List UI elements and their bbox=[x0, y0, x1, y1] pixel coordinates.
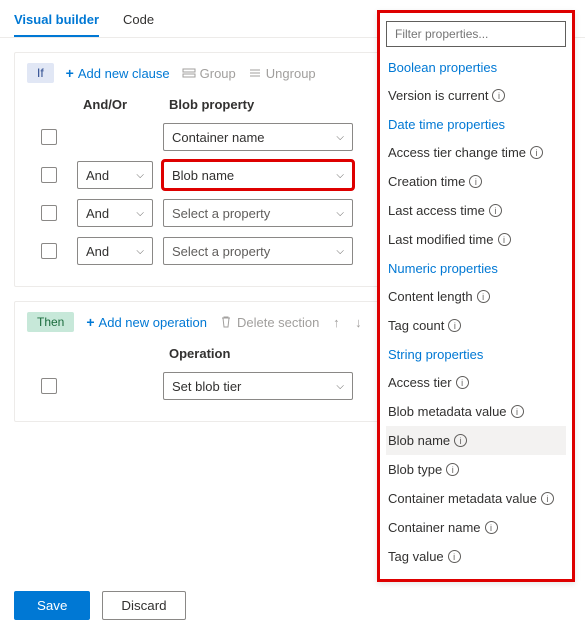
dropdown-item-label: Access tier bbox=[388, 375, 452, 390]
add-clause-label: Add new clause bbox=[78, 66, 170, 81]
chevron-down-icon: ⌵ bbox=[336, 381, 344, 392]
info-icon[interactable]: i bbox=[448, 319, 461, 332]
discard-button[interactable]: Discard bbox=[102, 591, 185, 620]
row-checkbox[interactable] bbox=[41, 205, 57, 221]
ungroup-icon bbox=[248, 66, 262, 80]
dropdown-item-label: Tag value bbox=[388, 549, 444, 564]
operation-select[interactable]: Set blob tier⌵ bbox=[163, 372, 353, 400]
info-icon[interactable]: i bbox=[469, 175, 482, 188]
dropdown-item-label: Version is current bbox=[388, 88, 488, 103]
info-icon[interactable]: i bbox=[477, 290, 490, 303]
info-icon[interactable]: i bbox=[492, 89, 505, 102]
dropdown-item[interactable]: Access tier change time i bbox=[386, 138, 566, 167]
chevron-down-icon: ⌵ bbox=[136, 246, 144, 257]
dropdown-item[interactable]: Blob name i bbox=[386, 426, 566, 455]
blob-property-select[interactable]: Container name⌵ bbox=[163, 123, 353, 151]
chevron-down-icon: ⌵ bbox=[136, 208, 144, 219]
blob-property-select[interactable]: Blob name⌵ bbox=[163, 161, 353, 189]
dropdown-item[interactable]: Tag value i bbox=[386, 542, 566, 571]
info-icon[interactable]: i bbox=[530, 146, 543, 159]
dropdown-item[interactable]: Blob type i bbox=[386, 455, 566, 484]
dropdown-item-label: Creation time bbox=[388, 174, 465, 189]
dropdown-item-label: Tag count bbox=[388, 318, 444, 333]
chevron-down-icon: ⌵ bbox=[136, 170, 144, 181]
chevron-down-icon: ⌵ bbox=[336, 208, 344, 219]
filter-properties-input[interactable] bbox=[386, 21, 566, 47]
ungroup-button: Ungroup bbox=[248, 66, 316, 81]
andor-select[interactable]: And⌵ bbox=[77, 237, 153, 265]
dropdown-item[interactable]: Container name i bbox=[386, 513, 566, 542]
save-button[interactable]: Save bbox=[14, 591, 90, 620]
row-checkbox[interactable] bbox=[41, 167, 57, 183]
group-icon bbox=[182, 66, 196, 80]
tab-visual-builder[interactable]: Visual builder bbox=[14, 12, 99, 37]
blob-property-select[interactable]: Select a property⌵ bbox=[163, 199, 353, 227]
info-icon[interactable]: i bbox=[541, 492, 554, 505]
chevron-down-icon: ⌵ bbox=[336, 132, 344, 143]
dropdown-item-label: Last access time bbox=[388, 203, 485, 218]
chevron-down-icon: ⌵ bbox=[336, 246, 344, 257]
dropdown-item-label: Blob name bbox=[388, 433, 450, 448]
row-checkbox[interactable] bbox=[41, 243, 57, 259]
arrow-up-icon: ↑ bbox=[331, 315, 341, 330]
dropdown-item-label: Container metadata value bbox=[388, 491, 537, 506]
tab-code[interactable]: Code bbox=[123, 12, 154, 37]
move-up-button: ↑ bbox=[331, 315, 341, 330]
blob-property-select[interactable]: Select a property⌵ bbox=[163, 237, 353, 265]
dropdown-item[interactable]: Last access time i bbox=[386, 196, 566, 225]
dropdown-item[interactable]: Version is current i bbox=[386, 81, 566, 110]
dropdown-item-label: Access tier change time bbox=[388, 145, 526, 160]
arrow-down-icon: ↓ bbox=[353, 315, 363, 330]
add-operation-label: Add new operation bbox=[99, 315, 207, 330]
plus-icon: + bbox=[66, 65, 74, 81]
info-icon[interactable]: i bbox=[511, 405, 524, 418]
move-down-button: ↓ bbox=[353, 315, 363, 330]
if-pill: If bbox=[27, 63, 54, 83]
add-new-operation-button[interactable]: + Add new operation bbox=[86, 314, 207, 330]
add-new-clause-button[interactable]: + Add new clause bbox=[66, 65, 170, 81]
info-icon[interactable]: i bbox=[448, 550, 461, 563]
row-checkbox[interactable] bbox=[41, 129, 57, 145]
dropdown-item[interactable]: Tag count i bbox=[386, 311, 566, 340]
dropdown-item-label: Container name bbox=[388, 520, 481, 535]
blob-property-dropdown: Boolean propertiesVersion is current iDa… bbox=[377, 10, 575, 582]
info-icon[interactable]: i bbox=[485, 521, 498, 534]
info-icon[interactable]: i bbox=[456, 376, 469, 389]
dropdown-item-label: Content length bbox=[388, 289, 473, 304]
dropdown-group-header: Boolean properties bbox=[386, 53, 566, 81]
dropdown-item[interactable]: Access tier i bbox=[386, 368, 566, 397]
row-checkbox[interactable] bbox=[41, 378, 57, 394]
dropdown-group-header: String properties bbox=[386, 340, 566, 368]
andor-select[interactable]: And⌵ bbox=[77, 161, 153, 189]
plus-icon: + bbox=[86, 314, 94, 330]
chevron-down-icon: ⌵ bbox=[336, 170, 344, 181]
dropdown-item[interactable]: Content length i bbox=[386, 282, 566, 311]
dropdown-group-header: Date time properties bbox=[386, 110, 566, 138]
delete-section-button: Delete section bbox=[219, 315, 319, 330]
trash-icon bbox=[219, 315, 233, 329]
dropdown-item[interactable]: Last modified time i bbox=[386, 225, 566, 254]
group-button: Group bbox=[182, 66, 236, 81]
info-icon[interactable]: i bbox=[489, 204, 502, 217]
dropdown-item[interactable]: Creation time i bbox=[386, 167, 566, 196]
dropdown-group-header: Numeric properties bbox=[386, 254, 566, 282]
dropdown-item-label: Last modified time bbox=[388, 232, 494, 247]
info-icon[interactable]: i bbox=[454, 434, 467, 447]
info-icon[interactable]: i bbox=[498, 233, 511, 246]
then-pill: Then bbox=[27, 312, 74, 332]
dropdown-item[interactable]: Blob metadata value i bbox=[386, 397, 566, 426]
dropdown-item-label: Blob metadata value bbox=[388, 404, 507, 419]
column-header-andor: And/Or bbox=[83, 97, 159, 112]
dropdown-item-label: Blob type bbox=[388, 462, 442, 477]
info-icon[interactable]: i bbox=[446, 463, 459, 476]
andor-select[interactable]: And⌵ bbox=[77, 199, 153, 227]
dropdown-item[interactable]: Container metadata value i bbox=[386, 484, 566, 513]
